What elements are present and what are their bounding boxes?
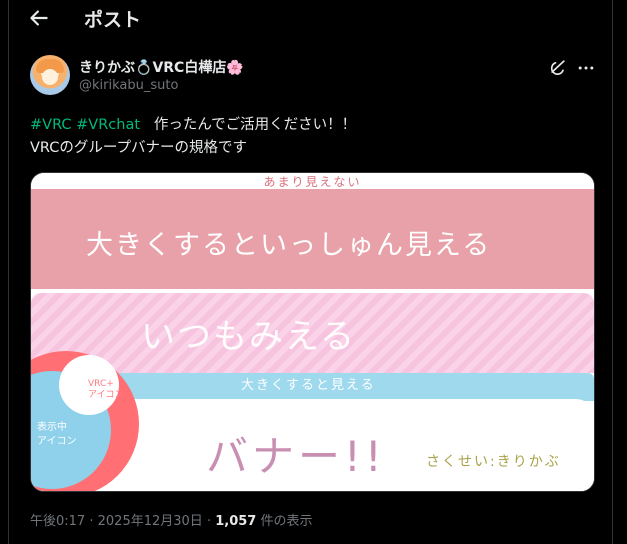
meta-separator: · <box>206 514 212 529</box>
author-name[interactable]: きりかぶ💍VRC白樺店🌸 <box>79 57 244 77</box>
page-title: ポスト <box>84 9 142 31</box>
grok-icon[interactable] <box>548 57 568 77</box>
tweet-date[interactable]: 2025年12月30日 <box>98 514 203 529</box>
author-handle[interactable]: @kirikabu_suto <box>79 78 178 93</box>
flower-emoji: 🌸 <box>226 60 244 76</box>
tweet-text: #VRC #VRchat 作ったんでご活用ください！！ VRCのグループバナーの… <box>30 114 356 160</box>
image-text-ookiku: 大きくするといっしゅん見える <box>86 230 492 261</box>
right-border <box>612 0 613 544</box>
image-text-sakusei: さくせい:きりかぶ <box>426 454 561 470</box>
back-arrow-icon[interactable] <box>26 5 52 31</box>
more-options-icon[interactable] <box>576 58 596 78</box>
image-text-itsumo: いつもみえる <box>141 317 356 357</box>
image-text-ookikuru: 大きくすると見える <box>241 378 376 393</box>
left-border <box>8 0 9 544</box>
ring-emoji: 💍 <box>135 60 153 76</box>
meta-separator: · <box>89 514 94 529</box>
view-count: 1,057 <box>215 514 257 529</box>
author-name-suffix: VRC白樺店 <box>152 60 227 76</box>
tweet-meta: 午後0:17 · 2025年12月30日 · 1,057 件の表示 <box>30 510 313 529</box>
image-text-amari: あまり見えない <box>263 175 362 189</box>
author-name-text: きりかぶ <box>79 60 135 76</box>
tweet-line1: 作ったんでご活用ください！！ <box>153 117 357 133</box>
hashtag-vrc[interactable]: #VRC <box>30 117 72 133</box>
image-text-vrc-icon: VRC+ アイコン <box>88 379 124 400</box>
view-count-label: 件の表示 <box>260 514 313 529</box>
tweet-image[interactable]: あまり見えない 大きくするといっしゅん見える いつもみえる 大きくすると見える … <box>30 172 595 492</box>
image-text-hyoji: 表示中 アイコン <box>37 422 77 447</box>
avatar[interactable] <box>30 55 70 95</box>
hashtag-vrchat[interactable]: #VRchat <box>76 117 140 133</box>
tweet-line2: VRCのグループバナーの規格です <box>30 140 248 156</box>
image-text-banner: バナー!! <box>206 432 386 481</box>
header: ポスト <box>0 0 627 36</box>
tweet-time[interactable]: 午後0:17 <box>30 514 85 529</box>
